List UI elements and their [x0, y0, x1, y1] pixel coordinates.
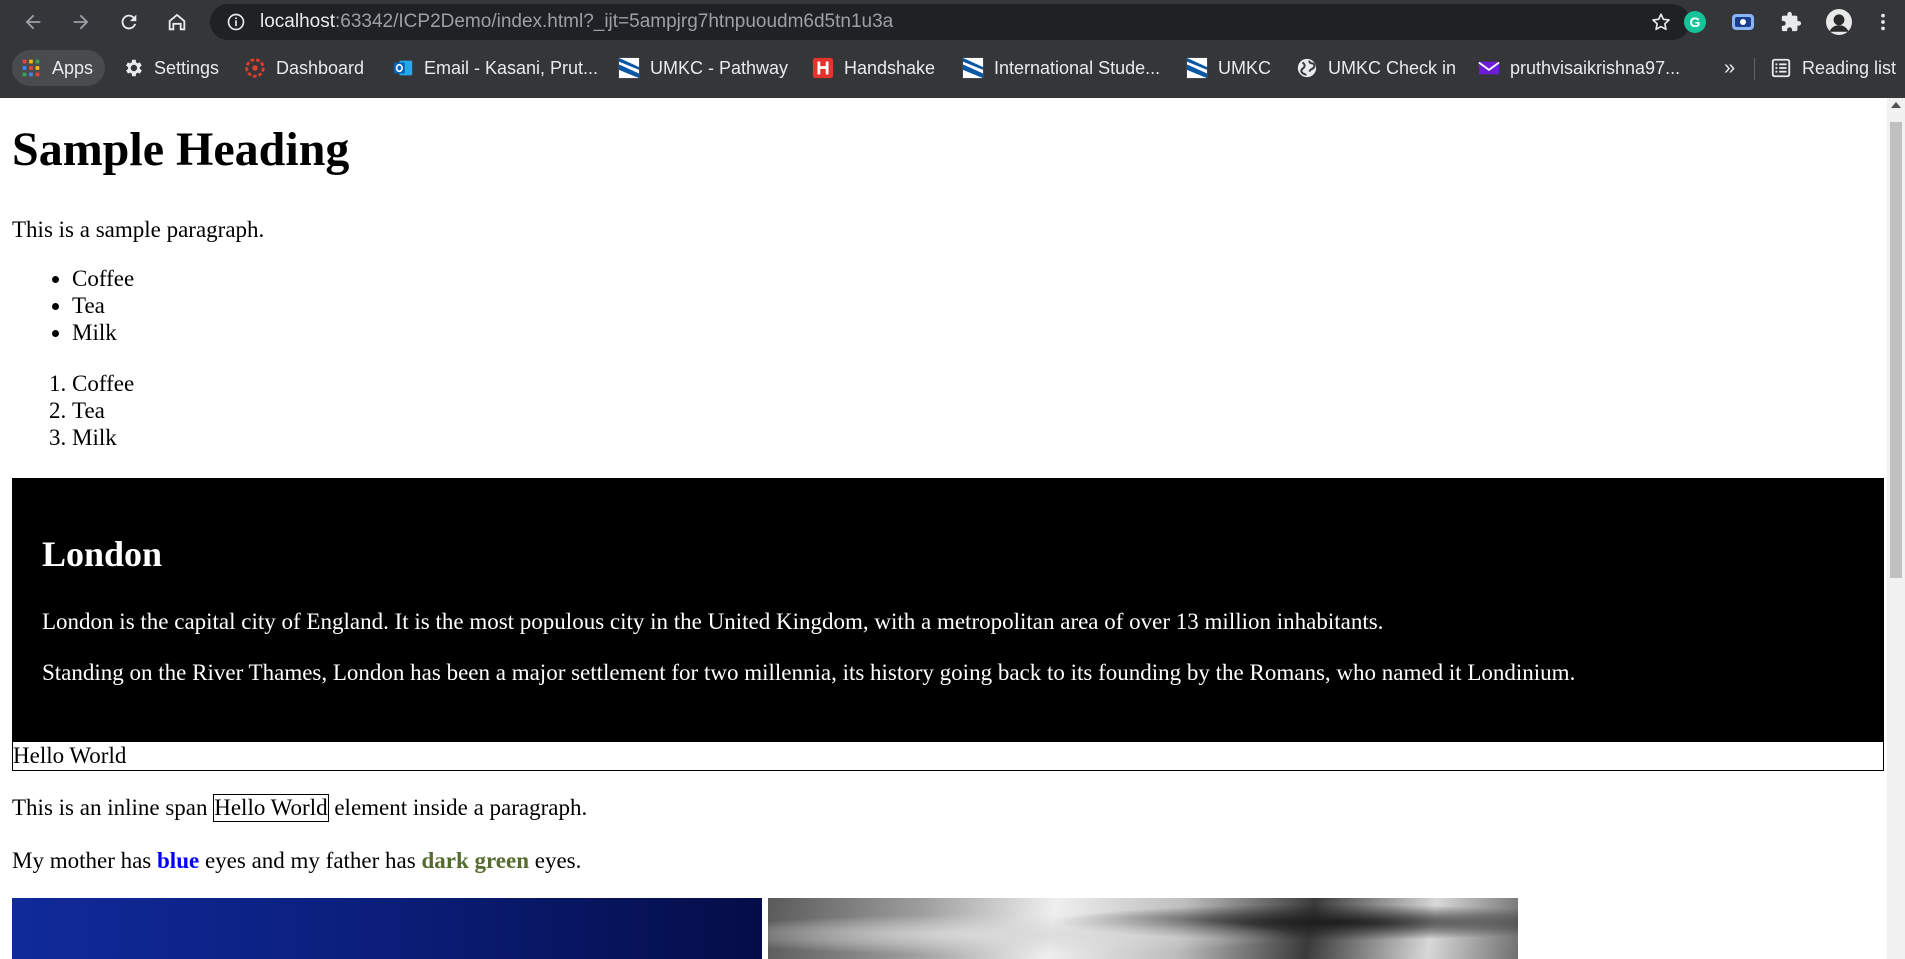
- text-fragment: This is an inline span: [12, 795, 214, 820]
- scroll-up-arrow-icon[interactable]: [1891, 102, 1901, 108]
- screencast-icon[interactable]: [1730, 9, 1756, 35]
- handshake-icon: [812, 57, 834, 79]
- unordered-list: Coffee Tea Milk: [12, 265, 134, 346]
- bookmark-label: UMKC Check in: [1328, 57, 1457, 78]
- city-paragraph: Standing on the River Thames, London has…: [42, 660, 1576, 685]
- bookmark-label: International Stude...: [994, 57, 1161, 78]
- browser-chrome: localhost:63342/ICP2Demo/index.html?_ijt…: [0, 0, 1905, 98]
- city-title: London: [42, 534, 163, 574]
- home-icon[interactable]: [164, 9, 190, 35]
- bookmark-umkc[interactable]: UMKC: [1186, 50, 1271, 86]
- list-item: Milk: [72, 424, 134, 451]
- reading-list-label: Reading list: [1802, 57, 1897, 78]
- scrollbar-thumb[interactable]: [1890, 122, 1902, 578]
- bookmark-label: Apps: [52, 57, 94, 78]
- bookmark-email[interactable]: Email - Kasani, Prut...: [392, 50, 598, 86]
- hello-world-span: Hello World: [213, 794, 329, 822]
- bookmark-international-students[interactable]: International Stude...: [962, 50, 1160, 86]
- list-item: Coffee: [72, 265, 134, 292]
- url-text[interactable]: localhost:63342/ICP2Demo/index.html?_ijt…: [260, 11, 893, 33]
- page-heading: Sample Heading: [12, 123, 350, 176]
- dark-green-text: dark green: [421, 848, 530, 873]
- ordered-list: Coffee Tea Milk: [12, 370, 134, 451]
- city-paragraph: London is the capital city of England. I…: [42, 609, 1384, 634]
- star-icon[interactable]: [1650, 11, 1672, 33]
- back-icon[interactable]: [20, 9, 46, 35]
- grammarly-icon[interactable]: G: [1682, 9, 1708, 35]
- blue-text: blue: [157, 848, 200, 873]
- bookmark-label: Email - Kasani, Prut...: [424, 57, 599, 78]
- bookmarks-bar: Apps Settings Dashboard Email - Kasani, …: [0, 46, 1905, 90]
- forward-icon[interactable]: [68, 9, 94, 35]
- list-item: Milk: [72, 319, 134, 346]
- text-fragment: eyes and my father has: [199, 848, 422, 873]
- city-section: London London is the capital city of Eng…: [12, 478, 1884, 742]
- url-host: localhost: [260, 11, 335, 32]
- canvas-icon: [244, 57, 266, 79]
- bookmarks-overflow-button[interactable]: »: [1724, 50, 1735, 86]
- outlook-icon: [392, 57, 414, 79]
- reload-icon[interactable]: [116, 9, 142, 35]
- hello-world-div: Hello World: [12, 742, 1884, 771]
- address-bar[interactable]: localhost:63342/ICP2Demo/index.html?_ijt…: [210, 4, 1690, 40]
- grayscale-image: [768, 898, 1518, 959]
- inline-span-paragraph: This is an inline span Hello World eleme…: [12, 793, 587, 822]
- bookmarks-divider: [1754, 58, 1755, 80]
- sample-paragraph: This is a sample paragraph.: [12, 217, 265, 242]
- reading-list-button[interactable]: Reading list: [1770, 50, 1896, 86]
- umkc-icon: [618, 57, 640, 79]
- browser-toolbar: localhost:63342/ICP2Demo/index.html?_ijt…: [0, 0, 1905, 44]
- umkc-icon: [1186, 57, 1208, 79]
- bookmark-apps[interactable]: Apps: [12, 50, 106, 86]
- apps-grid-icon: [20, 57, 42, 79]
- globe-icon: [1296, 57, 1318, 79]
- bookmark-label: UMKC - Pathway: [650, 57, 789, 78]
- overflow-label: »: [1724, 56, 1736, 79]
- bookmark-umkc-check-in[interactable]: UMKC Check in: [1296, 50, 1456, 86]
- gear-icon: [122, 57, 144, 79]
- bookmark-dashboard[interactable]: Dashboard: [244, 50, 364, 86]
- web-page: Sample Heading This is a sample paragrap…: [0, 98, 1887, 959]
- bookmark-label: Handshake: [844, 57, 936, 78]
- bookmark-label: pruthvisaikrishna97...: [1510, 57, 1681, 78]
- eyes-paragraph: My mother has blue eyes and my father ha…: [12, 846, 581, 875]
- vertical-scrollbar[interactable]: [1887, 98, 1905, 959]
- bookmark-label: Dashboard: [276, 57, 365, 78]
- umkc-icon: [962, 57, 984, 79]
- extensions-icon[interactable]: [1778, 9, 1804, 35]
- bookmark-label: Settings: [154, 57, 220, 78]
- bookmark-label: UMKC: [1218, 57, 1271, 78]
- list-item: Coffee: [72, 370, 134, 397]
- email-icon: [1478, 57, 1500, 79]
- text-fragment: eyes.: [529, 848, 582, 873]
- menu-icon[interactable]: [1870, 9, 1896, 35]
- url-path: :63342/ICP2Demo/index.html?_ijt=5ampjrg7…: [335, 11, 894, 32]
- list-item: Tea: [72, 397, 134, 424]
- list-item: Tea: [72, 292, 134, 319]
- text-fragment: My mother has: [12, 848, 158, 873]
- svg-text:G: G: [1690, 14, 1701, 30]
- text-fragment: element inside a paragraph.: [328, 795, 588, 820]
- bookmark-handshake[interactable]: Handshake: [812, 50, 935, 86]
- reading-list-icon: [1770, 57, 1792, 79]
- profile-avatar[interactable]: [1826, 9, 1852, 35]
- bookmark-pruthvisaikrishna[interactable]: pruthvisaikrishna97...: [1478, 50, 1680, 86]
- info-icon[interactable]: [226, 12, 246, 32]
- bookmark-settings[interactable]: Settings: [122, 50, 219, 86]
- blue-image: [12, 898, 762, 959]
- bookmark-umkc-pathway[interactable]: UMKC - Pathway: [618, 50, 788, 86]
